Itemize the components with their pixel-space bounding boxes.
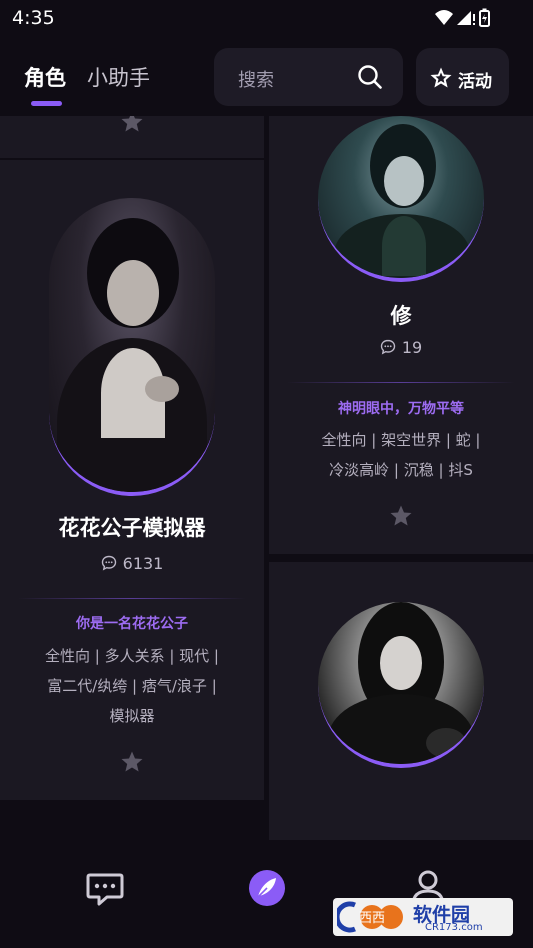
top-header: 角色 小助手 搜索 活动	[0, 40, 533, 116]
tags-line: 模拟器	[109, 707, 155, 725]
character-portrait	[318, 116, 484, 282]
discover-nav-icon[interactable]	[247, 868, 287, 908]
status-time: 4:35	[12, 7, 55, 29]
watermark-logo-text: 西西	[359, 911, 385, 926]
character-tagline: 你是一名花花公子	[76, 616, 188, 632]
character-tags: 全性向 | 多人关系 | 现代 | 富二代/纨绔 | 痞气/浪子 | 模拟器	[20, 641, 244, 731]
wifi-icon	[435, 10, 453, 25]
divider	[18, 598, 246, 599]
activity-button[interactable]: 活动	[416, 48, 509, 106]
tags-line: 全性向 | 架空世界 | 蛇 |	[321, 431, 481, 449]
favorite-star-icon[interactable]	[389, 504, 413, 528]
chat-nav-icon[interactable]	[85, 870, 125, 910]
activity-label: 活动	[458, 72, 492, 92]
character-feed[interactable]: 花花公子模拟器 6131 你是一名花花公子 全性向 | 多人关系 | 现代 | …	[0, 116, 533, 840]
search-icon[interactable]	[357, 64, 383, 90]
favorite-star-icon[interactable]	[120, 116, 144, 134]
favorite-star-icon[interactable]	[120, 750, 144, 774]
tags-line: 富二代/纨绔 | 痞气/浪子 |	[47, 677, 217, 695]
divider	[287, 382, 515, 383]
tags-line: 冷淡高岭 | 沉稳 | 抖S	[329, 461, 473, 479]
character-portrait	[49, 198, 215, 496]
chat-count-value: 19	[401, 338, 423, 357]
character-name: 修	[390, 304, 412, 328]
character-portrait	[318, 602, 484, 768]
character-card-xiu[interactable]: 修 19 神明眼中，万物平等 全性向 | 架空世界 | 蛇 | 冷淡高岭 | 沉…	[269, 116, 533, 554]
chat-count: 19	[269, 338, 533, 357]
character-tags: 全性向 | 架空世界 | 蛇 | 冷淡高岭 | 沉稳 | 抖S	[289, 425, 513, 485]
chat-count: 6131	[0, 554, 264, 573]
character-tagline: 神明眼中，万物平等	[338, 401, 464, 417]
character-name: 花花公子模拟器	[58, 516, 206, 540]
character-card-playboy[interactable]: 花花公子模拟器 6131 你是一名花花公子 全性向 | 多人关系 | 现代 | …	[0, 160, 264, 800]
chat-bubble-icon	[101, 555, 116, 571]
star-badge-icon	[430, 67, 452, 88]
watermark-subtext: CR173.com	[425, 922, 483, 933]
chat-count-value: 6131	[122, 554, 164, 573]
search-box[interactable]: 搜索	[214, 48, 403, 106]
tab-characters[interactable]: 角色	[24, 62, 66, 92]
tab-assistant[interactable]: 小助手	[87, 62, 150, 92]
watermark-logo: 西西	[337, 901, 403, 933]
search-placeholder: 搜索	[238, 70, 274, 91]
character-card-previous[interactable]	[0, 116, 264, 158]
signal-icon	[457, 11, 471, 25]
active-tab-indicator	[31, 101, 62, 106]
status-icons	[435, 8, 490, 27]
status-bar: 4:35	[0, 0, 533, 36]
character-card-priest[interactable]	[269, 562, 533, 840]
chat-bubble-icon	[380, 339, 396, 355]
tags-line: 全性向 | 多人关系 | 现代 |	[44, 647, 219, 665]
watermark: 西西 软件园 CR173.com	[333, 898, 513, 936]
